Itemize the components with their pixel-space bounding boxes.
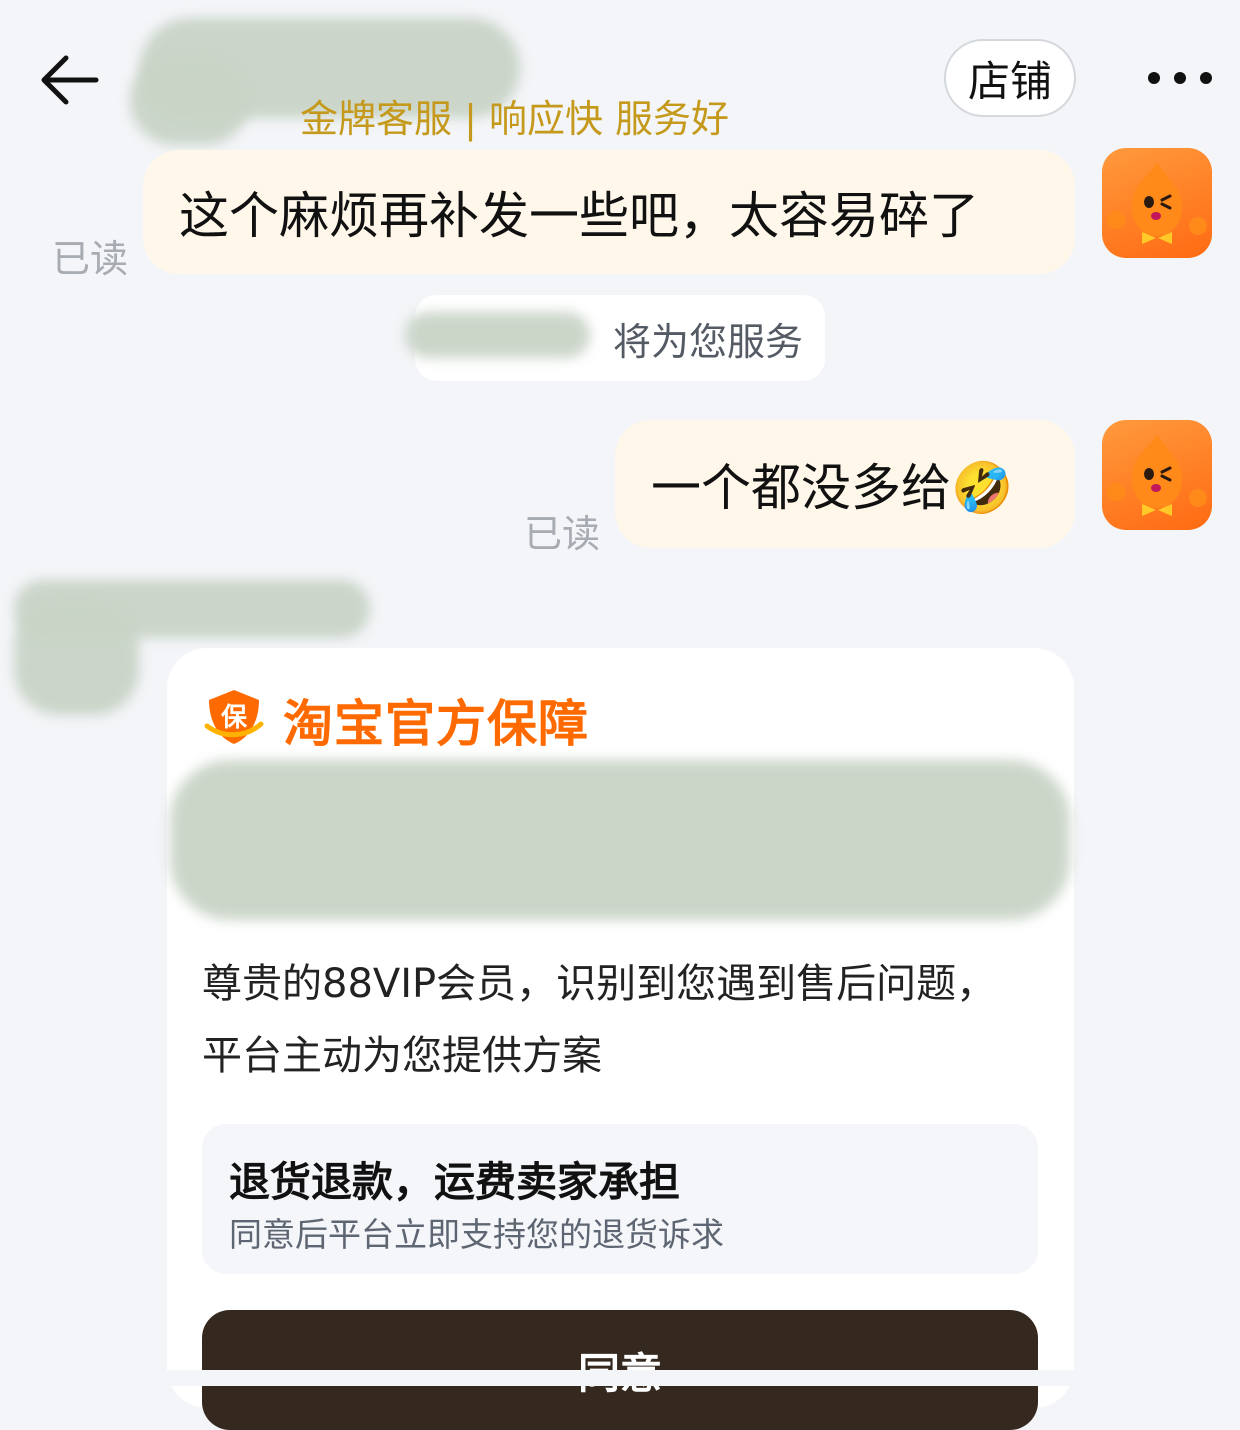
badge-char: 保 xyxy=(220,703,248,733)
chat-bubble-outgoing[interactable]: 一个都没多给🤣 xyxy=(615,420,1075,548)
redacted-sender-avatar xyxy=(14,600,139,715)
mascot-icon xyxy=(1107,434,1207,516)
redacted-agent-name xyxy=(405,312,590,358)
read-status: 已读 xyxy=(524,512,601,556)
shield-icon: 保 xyxy=(203,686,265,748)
more-dots-icon xyxy=(1148,72,1212,84)
bottom-edge xyxy=(0,1370,1240,1386)
more-button[interactable] xyxy=(1140,62,1220,94)
mascot-icon xyxy=(1107,162,1207,244)
guarantee-message: 尊贵的88VIP会员，识别到您遇到售后问题，平台主动为您提供方案 xyxy=(202,961,997,1079)
service-subtitle: 金牌客服 | 响应快 服务好 xyxy=(300,97,730,141)
refund-option-title: 退货退款，运费卖家承担 xyxy=(229,1158,680,1206)
read-status: 已读 xyxy=(52,237,129,281)
guarantee-title: 淘宝官方保障 xyxy=(283,695,589,753)
back-button[interactable] xyxy=(38,50,102,110)
chat-bubble-outgoing[interactable]: 这个麻烦再补发一些吧，太容易碎了 xyxy=(143,150,1075,274)
redacted-card-content xyxy=(170,760,1070,920)
avatar[interactable] xyxy=(1102,420,1212,530)
avatar[interactable] xyxy=(1102,148,1212,258)
refund-option-desc: 同意后平台立即支持您的退货诉求 xyxy=(229,1215,724,1254)
arrow-left-icon xyxy=(41,55,99,105)
shop-button[interactable]: 店铺 xyxy=(944,39,1076,117)
service-notice-text: 将为您服务 xyxy=(612,319,803,364)
redacted-shop-avatar xyxy=(130,55,250,145)
